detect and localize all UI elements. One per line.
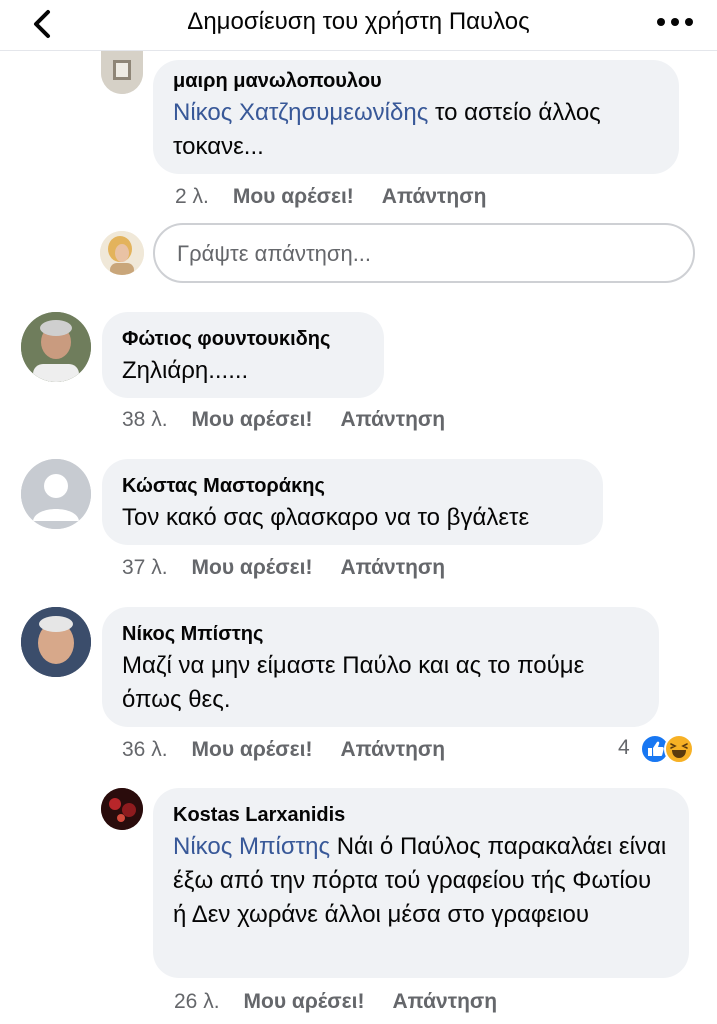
- more-options-icon[interactable]: [655, 10, 695, 34]
- comment-bubble: Φώτιος φουντουκιδης Ζηλιάρη......: [102, 312, 384, 398]
- comment-text: Νίκος Χατζησυμεωνίδης το αστείο άλλος το…: [173, 96, 659, 164]
- comment-text: Νίκος Μπίστης Νάι ό Παύλος παρακαλάει εί…: [173, 830, 669, 932]
- comment-author[interactable]: Νίκος Μπίστης: [122, 621, 639, 647]
- comment-actions: 26 λ. Μου αρέσει! Απάντηση: [174, 990, 497, 1014]
- comment-author[interactable]: Φώτιος φουντουκιδης: [122, 326, 364, 352]
- haha-icon: [664, 734, 694, 764]
- timestamp: 38 λ.: [122, 408, 168, 431]
- comment-bubble: Νίκος Μπίστης Μαζί να μην είμαστε Παύλο …: [102, 607, 659, 727]
- avatar[interactable]: [21, 312, 91, 382]
- avatar-photo-icon: [21, 607, 91, 677]
- like-button[interactable]: Μου αρέσει!: [192, 556, 313, 580]
- comment-author[interactable]: Κώστας Μαστοράκης: [122, 473, 583, 499]
- reply-button[interactable]: Απάντηση: [340, 738, 445, 762]
- comment-bubble: Kostas Larxanidis Νίκος Μπίστης Νάι ό Πα…: [153, 788, 689, 978]
- like-button[interactable]: Μου αρέσει!: [192, 738, 313, 762]
- comment-actions: 37 λ. Μου αρέσει! Απάντηση: [122, 556, 445, 580]
- current-user-avatar: [100, 231, 144, 275]
- timestamp: 26 λ.: [174, 990, 220, 1013]
- like-button[interactable]: Μου αρέσει!: [233, 185, 354, 209]
- like-button[interactable]: Μου αρέσει!: [244, 990, 365, 1014]
- avatar[interactable]: [21, 607, 91, 677]
- comment-actions: 2 λ. Μου αρέσει! Απάντηση: [175, 185, 486, 209]
- page-title: Δημοσίευση του χρήστη Παυλος: [187, 8, 530, 35]
- avatar-photo-icon: [101, 46, 143, 94]
- comment-author[interactable]: μαιρη μανωλοπουλου: [173, 68, 659, 94]
- reply-input[interactable]: Γράψτε απάντηση...: [153, 223, 695, 283]
- avatar-photo-icon: [101, 788, 143, 830]
- mention-link[interactable]: Νίκος Μπίστης: [173, 833, 330, 860]
- avatar-photo-icon: [100, 231, 144, 275]
- timestamp: 2 λ.: [175, 185, 209, 208]
- like-button[interactable]: Μου αρέσει!: [192, 408, 313, 432]
- reaction-count: 4: [618, 736, 630, 759]
- timestamp: 36 λ.: [122, 738, 168, 761]
- avatar[interactable]: [21, 459, 91, 529]
- top-bar: Δημοσίευση του χρήστη Παυλος: [0, 0, 717, 51]
- avatar[interactable]: [101, 788, 143, 830]
- comment-text: Τον κακό σας φλασκαρο να το βγάλετε: [122, 504, 530, 531]
- reply-button[interactable]: Απάντηση: [340, 556, 445, 580]
- comment-text: Ζηλιάρη......: [122, 357, 249, 384]
- mention-link[interactable]: Νίκος Χατζησυμεωνίδης: [173, 99, 428, 126]
- comment-bubble: μαιρη μανωλοπουλου Νίκος Χατζησυμεωνίδης…: [153, 60, 679, 174]
- default-profile-icon: [21, 459, 91, 529]
- reply-button[interactable]: Απάντηση: [392, 990, 497, 1014]
- comment-text: Μαζί να μην είμαστε Παύλο και ας το πούμ…: [122, 652, 585, 713]
- comment-actions: 38 λ. Μου αρέσει! Απάντηση: [122, 408, 445, 432]
- timestamp: 37 λ.: [122, 556, 168, 579]
- comment-author[interactable]: Kostas Larxanidis: [173, 802, 669, 828]
- comment-actions: 36 λ. Μου αρέσει! Απάντηση: [122, 738, 445, 762]
- reply-button[interactable]: Απάντηση: [340, 408, 445, 432]
- comment-bubble: Κώστας Μαστοράκης Τον κακό σας φλασκαρο …: [102, 459, 603, 545]
- avatar-photo-icon: [21, 312, 91, 382]
- reply-button[interactable]: Απάντηση: [382, 185, 487, 209]
- avatar[interactable]: [101, 46, 143, 94]
